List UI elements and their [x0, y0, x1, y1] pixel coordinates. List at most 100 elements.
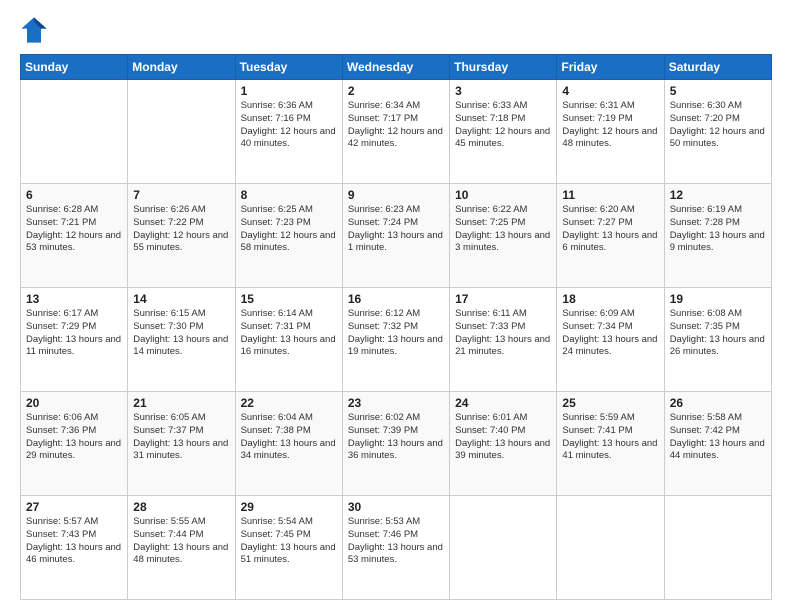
day-info: Sunrise: 5:59 AM Sunset: 7:41 PM Dayligh…: [562, 412, 658, 463]
day-number: 9: [348, 188, 444, 202]
day-number: 23: [348, 396, 444, 410]
calendar-cell: 24 Sunrise: 6:01 AM Sunset: 7:40 PM Dayli…: [450, 392, 557, 496]
calendar-cell: [21, 80, 128, 184]
day-info: Sunrise: 6:01 AM Sunset: 7:40 PM Dayligh…: [455, 412, 551, 463]
day-number: 20: [26, 396, 122, 410]
calendar-cell: 29 Sunrise: 5:54 AM Sunset: 7:45 PM Dayli…: [235, 496, 342, 600]
day-number: 25: [562, 396, 658, 410]
calendar-table: SundayMondayTuesdayWednesdayThursdayFrid…: [20, 54, 772, 600]
calendar-cell: 12 Sunrise: 6:19 AM Sunset: 7:28 PM Dayli…: [664, 184, 771, 288]
day-number: 4: [562, 84, 658, 98]
calendar-cell: [664, 496, 771, 600]
weekday-header-saturday: Saturday: [664, 55, 771, 80]
calendar-cell: 18 Sunrise: 6:09 AM Sunset: 7:34 PM Dayli…: [557, 288, 664, 392]
day-number: 29: [241, 500, 337, 514]
day-number: 26: [670, 396, 766, 410]
day-info: Sunrise: 6:02 AM Sunset: 7:39 PM Dayligh…: [348, 412, 444, 463]
day-info: Sunrise: 6:22 AM Sunset: 7:25 PM Dayligh…: [455, 204, 551, 255]
day-number: 11: [562, 188, 658, 202]
calendar-cell: 21 Sunrise: 6:05 AM Sunset: 7:37 PM Dayli…: [128, 392, 235, 496]
day-info: Sunrise: 6:05 AM Sunset: 7:37 PM Dayligh…: [133, 412, 229, 463]
calendar-cell: 20 Sunrise: 6:06 AM Sunset: 7:36 PM Dayli…: [21, 392, 128, 496]
day-info: Sunrise: 6:26 AM Sunset: 7:22 PM Dayligh…: [133, 204, 229, 255]
day-info: Sunrise: 6:25 AM Sunset: 7:23 PM Dayligh…: [241, 204, 337, 255]
calendar-cell: 4 Sunrise: 6:31 AM Sunset: 7:19 PM Daylig…: [557, 80, 664, 184]
day-info: Sunrise: 6:06 AM Sunset: 7:36 PM Dayligh…: [26, 412, 122, 463]
calendar-cell: 14 Sunrise: 6:15 AM Sunset: 7:30 PM Dayli…: [128, 288, 235, 392]
day-info: Sunrise: 6:31 AM Sunset: 7:19 PM Dayligh…: [562, 100, 658, 151]
day-info: Sunrise: 6:34 AM Sunset: 7:17 PM Dayligh…: [348, 100, 444, 151]
day-info: Sunrise: 5:54 AM Sunset: 7:45 PM Dayligh…: [241, 516, 337, 567]
weekday-header-monday: Monday: [128, 55, 235, 80]
page: SundayMondayTuesdayWednesdayThursdayFrid…: [0, 0, 792, 612]
week-row-4: 20 Sunrise: 6:06 AM Sunset: 7:36 PM Dayli…: [21, 392, 772, 496]
calendar-cell: 28 Sunrise: 5:55 AM Sunset: 7:44 PM Dayli…: [128, 496, 235, 600]
day-info: Sunrise: 5:57 AM Sunset: 7:43 PM Dayligh…: [26, 516, 122, 567]
calendar-cell: 13 Sunrise: 6:17 AM Sunset: 7:29 PM Dayli…: [21, 288, 128, 392]
calendar-cell: [450, 496, 557, 600]
day-info: Sunrise: 6:17 AM Sunset: 7:29 PM Dayligh…: [26, 308, 122, 359]
calendar-cell: 2 Sunrise: 6:34 AM Sunset: 7:17 PM Daylig…: [342, 80, 449, 184]
day-number: 5: [670, 84, 766, 98]
day-info: Sunrise: 6:14 AM Sunset: 7:31 PM Dayligh…: [241, 308, 337, 359]
day-number: 24: [455, 396, 551, 410]
calendar-cell: 23 Sunrise: 6:02 AM Sunset: 7:39 PM Dayli…: [342, 392, 449, 496]
calendar-cell: 22 Sunrise: 6:04 AM Sunset: 7:38 PM Dayli…: [235, 392, 342, 496]
day-number: 30: [348, 500, 444, 514]
calendar-cell: 1Sunrise: 6:36 AM Sunset: 7:16 PM Daylig…: [235, 80, 342, 184]
calendar-cell: 3 Sunrise: 6:33 AM Sunset: 7:18 PM Daylig…: [450, 80, 557, 184]
day-info: Sunrise: 6:15 AM Sunset: 7:30 PM Dayligh…: [133, 308, 229, 359]
day-number: 3: [455, 84, 551, 98]
calendar-cell: 15 Sunrise: 6:14 AM Sunset: 7:31 PM Dayli…: [235, 288, 342, 392]
calendar-cell: 9 Sunrise: 6:23 AM Sunset: 7:24 PM Daylig…: [342, 184, 449, 288]
day-info: Sunrise: 6:33 AM Sunset: 7:18 PM Dayligh…: [455, 100, 551, 151]
day-number: 22: [241, 396, 337, 410]
calendar-cell: 19Sunrise: 6:08 AM Sunset: 7:35 PM Dayli…: [664, 288, 771, 392]
week-row-1: 1Sunrise: 6:36 AM Sunset: 7:16 PM Daylig…: [21, 80, 772, 184]
calendar-cell: 5 Sunrise: 6:30 AM Sunset: 7:20 PM Daylig…: [664, 80, 771, 184]
day-number: 21: [133, 396, 229, 410]
day-info: Sunrise: 6:19 AM Sunset: 7:28 PM Dayligh…: [670, 204, 766, 255]
weekday-header-row: SundayMondayTuesdayWednesdayThursdayFrid…: [21, 55, 772, 80]
day-info: Sunrise: 6:28 AM Sunset: 7:21 PM Dayligh…: [26, 204, 122, 255]
header: [20, 16, 772, 44]
day-number: 2: [348, 84, 444, 98]
day-number: 14: [133, 292, 229, 306]
day-info: Sunrise: 6:08 AM Sunset: 7:35 PM Dayligh…: [670, 308, 766, 359]
weekday-header-thursday: Thursday: [450, 55, 557, 80]
calendar-cell: 25 Sunrise: 5:59 AM Sunset: 7:41 PM Dayli…: [557, 392, 664, 496]
day-number: 12: [670, 188, 766, 202]
day-info: Sunrise: 6:09 AM Sunset: 7:34 PM Dayligh…: [562, 308, 658, 359]
day-info: Sunrise: 6:11 AM Sunset: 7:33 PM Dayligh…: [455, 308, 551, 359]
day-number: 27: [26, 500, 122, 514]
calendar-cell: 17 Sunrise: 6:11 AM Sunset: 7:33 PM Dayli…: [450, 288, 557, 392]
day-number: 18: [562, 292, 658, 306]
day-number: 13: [26, 292, 122, 306]
logo: [20, 16, 50, 44]
weekday-header-wednesday: Wednesday: [342, 55, 449, 80]
logo-icon: [20, 16, 48, 44]
calendar-cell: 11 Sunrise: 6:20 AM Sunset: 7:27 PM Dayli…: [557, 184, 664, 288]
day-number: 28: [133, 500, 229, 514]
day-number: 17: [455, 292, 551, 306]
weekday-header-friday: Friday: [557, 55, 664, 80]
day-number: 10: [455, 188, 551, 202]
day-info: Sunrise: 6:30 AM Sunset: 7:20 PM Dayligh…: [670, 100, 766, 151]
day-number: 8: [241, 188, 337, 202]
weekday-header-sunday: Sunday: [21, 55, 128, 80]
day-info: Sunrise: 5:55 AM Sunset: 7:44 PM Dayligh…: [133, 516, 229, 567]
calendar-cell: 7 Sunrise: 6:26 AM Sunset: 7:22 PM Daylig…: [128, 184, 235, 288]
day-number: 6: [26, 188, 122, 202]
day-number: 7: [133, 188, 229, 202]
weekday-header-tuesday: Tuesday: [235, 55, 342, 80]
day-number: 15: [241, 292, 337, 306]
day-info: Sunrise: 6:12 AM Sunset: 7:32 PM Dayligh…: [348, 308, 444, 359]
day-info: Sunrise: 5:53 AM Sunset: 7:46 PM Dayligh…: [348, 516, 444, 567]
day-info: Sunrise: 6:20 AM Sunset: 7:27 PM Dayligh…: [562, 204, 658, 255]
calendar-cell: 26Sunrise: 5:58 AM Sunset: 7:42 PM Dayli…: [664, 392, 771, 496]
calendar-cell: [557, 496, 664, 600]
day-info: Sunrise: 6:23 AM Sunset: 7:24 PM Dayligh…: [348, 204, 444, 255]
calendar-cell: [128, 80, 235, 184]
day-info: Sunrise: 6:04 AM Sunset: 7:38 PM Dayligh…: [241, 412, 337, 463]
week-row-2: 6 Sunrise: 6:28 AM Sunset: 7:21 PM Daylig…: [21, 184, 772, 288]
